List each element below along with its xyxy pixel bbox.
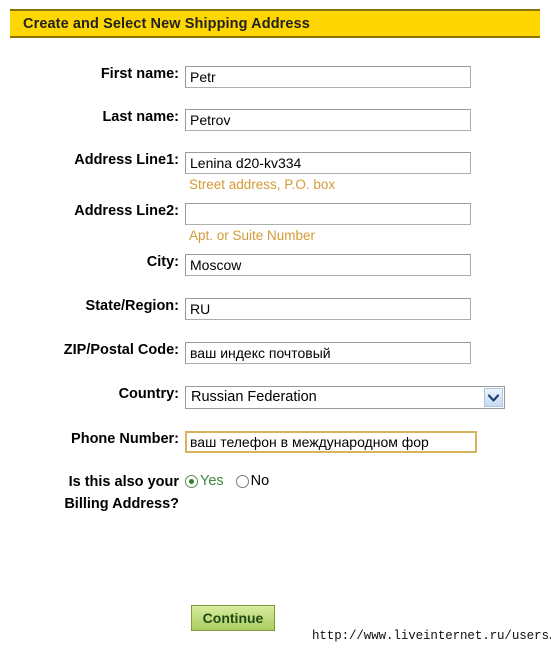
billing-address-radio-group: Yes No — [185, 471, 551, 489]
city-label: City: — [146, 254, 179, 270]
country-col: Russian Federation — [185, 386, 551, 409]
address-line1-label: Address Line1: — [74, 152, 179, 168]
country-label: Country: — [118, 386, 179, 402]
city-col — [185, 254, 551, 276]
first-name-input[interactable] — [185, 66, 471, 88]
form-row-city: City: — [0, 254, 551, 276]
radio-no-icon[interactable] — [235, 474, 249, 488]
first-name-col — [185, 66, 551, 88]
form-row-country: Country: Russian Federation — [0, 386, 551, 409]
country-select[interactable]: Russian Federation — [185, 386, 505, 409]
country-selected-value: Russian Federation — [191, 389, 317, 405]
zip-postal-code-label: ZIP/Postal Code: — [63, 342, 179, 358]
address-line2-input[interactable] — [185, 203, 471, 225]
form-row-state-region: State/Region: — [0, 298, 551, 320]
phone-number-label: Phone Number: — [71, 431, 179, 447]
zip-postal-code-col — [185, 342, 551, 364]
page-title: Create and Select New Shipping Address — [23, 15, 310, 32]
address-line1-input[interactable] — [185, 152, 471, 174]
form-row-zip-postal-code: ZIP/Postal Code: — [0, 342, 551, 364]
billing-address-col: Yes No — [185, 471, 551, 489]
billing-address-radio-yes[interactable]: Yes — [185, 473, 224, 489]
form-row-address-line2: Address Line2: Apt. or Suite Number — [0, 203, 551, 243]
form-row-address-line1: Address Line1: Street address, P.O. box — [0, 152, 551, 192]
address-line1-col: Street address, P.O. box — [185, 152, 551, 192]
address-line1-hint: Street address, P.O. box — [189, 177, 336, 192]
last-name-col — [185, 109, 551, 131]
form-actions: Continue — [0, 605, 551, 631]
state-region-col — [185, 298, 551, 320]
last-name-input[interactable] — [185, 109, 471, 131]
address-line2-hint: Apt. or Suite Number — [189, 228, 316, 243]
radio-yes-icon[interactable] — [185, 474, 198, 488]
billing-address-label-line2: Billing Address? — [64, 496, 179, 512]
last-name-label: Last name: — [102, 109, 179, 125]
address-line2-label: Address Line2: — [74, 203, 179, 219]
radio-yes-label: Yes — [200, 473, 224, 489]
state-region-input[interactable] — [185, 298, 471, 320]
form-row-phone-number: Phone Number: — [0, 431, 551, 453]
form-row-first-name: First name: — [0, 66, 551, 88]
phone-number-input[interactable] — [185, 431, 477, 453]
page-header-bar: Create and Select New Shipping Address — [10, 9, 540, 38]
first-name-label: First name: — [100, 66, 179, 82]
continue-button[interactable]: Continue — [191, 605, 275, 631]
address-line2-col: Apt. or Suite Number — [185, 203, 551, 243]
shipping-address-form: First name: Last name: Address Line1: St… — [0, 46, 551, 515]
zip-postal-code-input[interactable] — [185, 342, 471, 364]
chevron-down-icon[interactable] — [484, 388, 503, 407]
radio-no-label: No — [250, 473, 270, 489]
phone-number-col — [185, 431, 551, 453]
form-row-last-name: Last name: — [0, 109, 551, 131]
billing-address-label: Is this also your Billing Address? — [0, 471, 185, 515]
city-input[interactable] — [185, 254, 471, 276]
state-region-label: State/Region: — [85, 298, 179, 314]
form-row-billing-address: Is this also your Billing Address? Yes N… — [0, 471, 551, 515]
watermark-url: http://www.liveinternet.ru/users/slimq/ — [312, 629, 551, 643]
billing-address-radio-no[interactable]: No — [235, 473, 270, 489]
billing-address-label-line1: Is this also your — [68, 474, 179, 490]
